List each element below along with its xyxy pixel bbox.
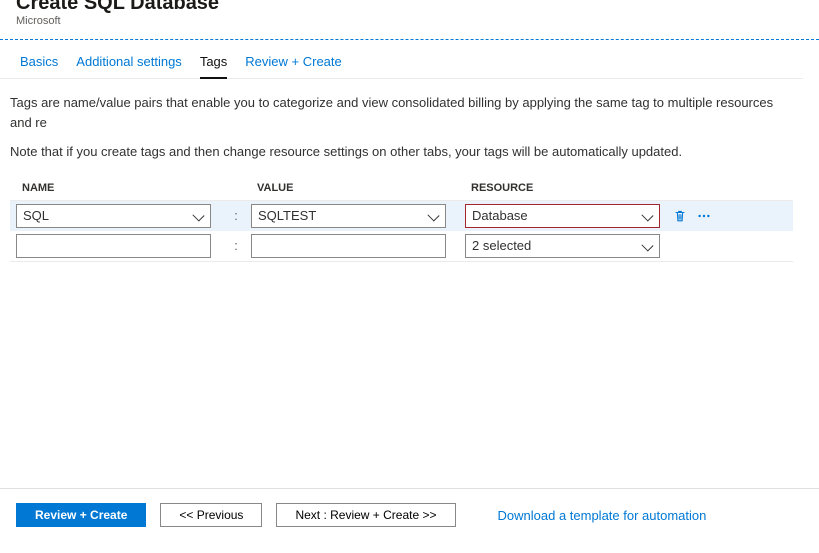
table-row: : 2 selected (10, 231, 793, 261)
next-button[interactable]: Next : Review + Create >> (276, 503, 455, 527)
col-header-value: VALUE (257, 182, 457, 194)
tab-basics[interactable]: Basics (20, 54, 58, 78)
tag-name-input[interactable] (16, 234, 211, 258)
tag-value-input[interactable] (251, 234, 446, 258)
footer: Review + Create << Previous Next : Revie… (0, 488, 819, 527)
col-header-resource: RESOURCE (471, 182, 671, 194)
tag-resource-select[interactable]: Database (465, 204, 660, 228)
tag-resource-select[interactable]: 2 selected (465, 234, 660, 258)
table-row: SQL : SQLTEST Database (10, 201, 793, 231)
more-icon[interactable] (695, 207, 713, 225)
separator: : (221, 208, 251, 223)
tag-resource-value: 2 selected (472, 238, 531, 253)
tab-review-create[interactable]: Review + Create (245, 54, 341, 78)
download-template-link[interactable]: Download a template for automation (498, 508, 707, 523)
tab-bar: Basics Additional settings Tags Review +… (0, 40, 803, 79)
tag-resource-value: Database (472, 208, 528, 223)
tag-name-input[interactable]: SQL (16, 204, 211, 228)
tab-tags[interactable]: Tags (200, 54, 227, 79)
review-create-button[interactable]: Review + Create (16, 503, 146, 527)
trash-icon[interactable] (671, 207, 689, 225)
separator: : (221, 238, 251, 253)
tags-description-1: Tags are name/value pairs that enable yo… (10, 93, 793, 132)
tag-value-value: SQLTEST (258, 208, 316, 223)
tab-additional-settings[interactable]: Additional settings (76, 54, 182, 78)
tag-value-input[interactable]: SQLTEST (251, 204, 446, 228)
col-header-name: NAME (22, 182, 227, 194)
tags-description-2: Note that if you create tags and then ch… (10, 142, 793, 162)
page-title: Create SQL Database (16, 0, 803, 15)
tag-name-value: SQL (23, 208, 49, 223)
table-header: NAME VALUE RESOURCE (10, 176, 793, 200)
previous-button[interactable]: << Previous (160, 503, 262, 527)
page-subtitle: Microsoft (16, 15, 803, 27)
